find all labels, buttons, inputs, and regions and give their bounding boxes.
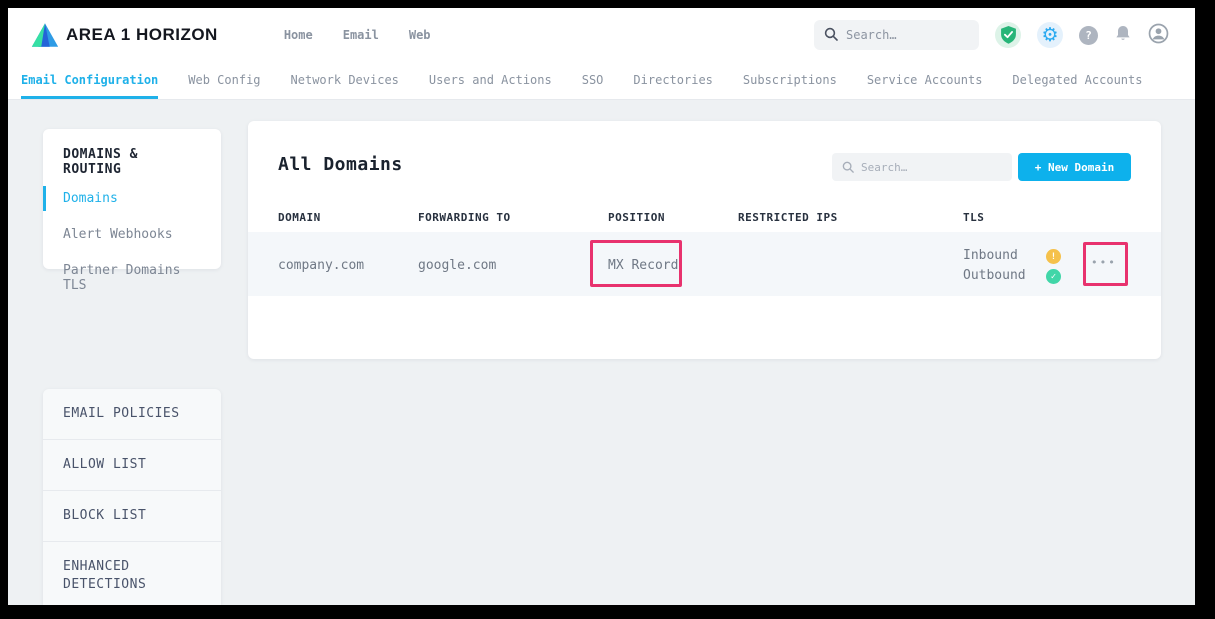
tab-subscriptions[interactable]: Subscriptions: [743, 62, 837, 99]
page-title: All Domains: [278, 154, 403, 175]
sidebar-item-email-policies[interactable]: EMAIL POLICIES: [43, 389, 221, 440]
global-search-input[interactable]: [846, 28, 969, 42]
sidebar-item-domains[interactable]: Domains: [43, 184, 221, 213]
new-domain-button[interactable]: + New Domain: [1018, 153, 1131, 181]
nav-item-web[interactable]: Web: [409, 28, 431, 42]
domains-search-input[interactable]: [861, 161, 1002, 174]
col-header-position: POSITION: [608, 211, 665, 224]
top-right-controls: ⚙ ?: [814, 20, 1169, 50]
col-header-restricted-ips: RESTRICTED IPS: [738, 211, 838, 224]
tab-directories[interactable]: Directories: [633, 62, 712, 99]
app-window: AREA 1 HORIZON Home Email Web ⚙: [8, 8, 1195, 605]
shield-check-icon[interactable]: [995, 22, 1021, 48]
sidebar-item-partner-domains-tls[interactable]: Partner Domains TLS: [43, 256, 221, 300]
gear-icon[interactable]: ⚙: [1037, 22, 1063, 48]
sidebar-item-alert-webhooks[interactable]: Alert Webhooks: [43, 220, 221, 249]
table-row[interactable]: company.com google.com MX Record Inbound…: [248, 232, 1161, 296]
sidebar-item-allow-list[interactable]: ALLOW LIST: [43, 440, 221, 491]
area1-logo[interactable]: AREA 1 HORIZON: [30, 22, 218, 49]
cell-forwarding-to: google.com: [418, 258, 496, 273]
user-avatar-icon[interactable]: [1148, 23, 1169, 48]
tls-inbound-label: Inbound: [963, 248, 1018, 263]
tls-outbound-ok-icon: ✓: [1046, 269, 1061, 284]
search-icon: [842, 158, 854, 177]
tab-users-and-actions[interactable]: Users and Actions: [429, 62, 552, 99]
cell-position: MX Record: [608, 258, 678, 273]
tab-service-accounts[interactable]: Service Accounts: [867, 62, 983, 99]
domains-search[interactable]: [832, 153, 1012, 181]
page-content: DOMAINS & ROUTING Domains Alert Webhooks…: [8, 100, 1195, 605]
sidebar-item-block-list[interactable]: BLOCK LIST: [43, 491, 221, 542]
global-search[interactable]: [814, 20, 979, 50]
cell-domain: company.com: [278, 258, 364, 273]
policy-sections-card: EMAIL POLICIES ALLOW LIST BLOCK LIST ENH…: [43, 389, 221, 605]
search-icon: [824, 26, 838, 45]
tab-web-config[interactable]: Web Config: [188, 62, 260, 99]
tab-delegated-accounts[interactable]: Delegated Accounts: [1012, 62, 1142, 99]
nav-item-email[interactable]: Email: [343, 28, 379, 42]
sidebar-item-enhanced-detections[interactable]: ENHANCED DETECTIONS: [43, 542, 221, 605]
tls-inbound-warning-icon: !: [1046, 249, 1061, 264]
tls-outbound-label: Outbound: [963, 268, 1026, 283]
bell-icon[interactable]: [1114, 24, 1132, 47]
tab-network-devices[interactable]: Network Devices: [291, 62, 399, 99]
tab-sso[interactable]: SSO: [582, 62, 604, 99]
col-header-forwarding-to: FORWARDING TO: [418, 211, 511, 224]
row-actions-ellipsis-icon[interactable]: •••: [1091, 256, 1117, 269]
top-nav: Home Email Web: [284, 28, 431, 42]
domains-routing-heading: DOMAINS & ROUTING: [43, 147, 221, 177]
domains-routing-card: DOMAINS & ROUTING Domains Alert Webhooks…: [43, 129, 221, 269]
logo-text: AREA 1 HORIZON: [66, 25, 218, 45]
all-domains-panel: All Domains + New Domain DOMAIN FORWARDI…: [248, 121, 1161, 359]
tab-email-configuration[interactable]: Email Configuration: [21, 62, 158, 99]
help-icon[interactable]: ?: [1079, 26, 1098, 45]
col-header-tls: TLS: [963, 211, 984, 224]
logo-triangle-icon: [30, 22, 60, 49]
col-header-domain: DOMAIN: [278, 211, 321, 224]
top-bar: AREA 1 HORIZON Home Email Web ⚙: [8, 8, 1195, 62]
config-tab-bar: Email Configuration Web Config Network D…: [8, 62, 1195, 100]
nav-item-home[interactable]: Home: [284, 28, 313, 42]
